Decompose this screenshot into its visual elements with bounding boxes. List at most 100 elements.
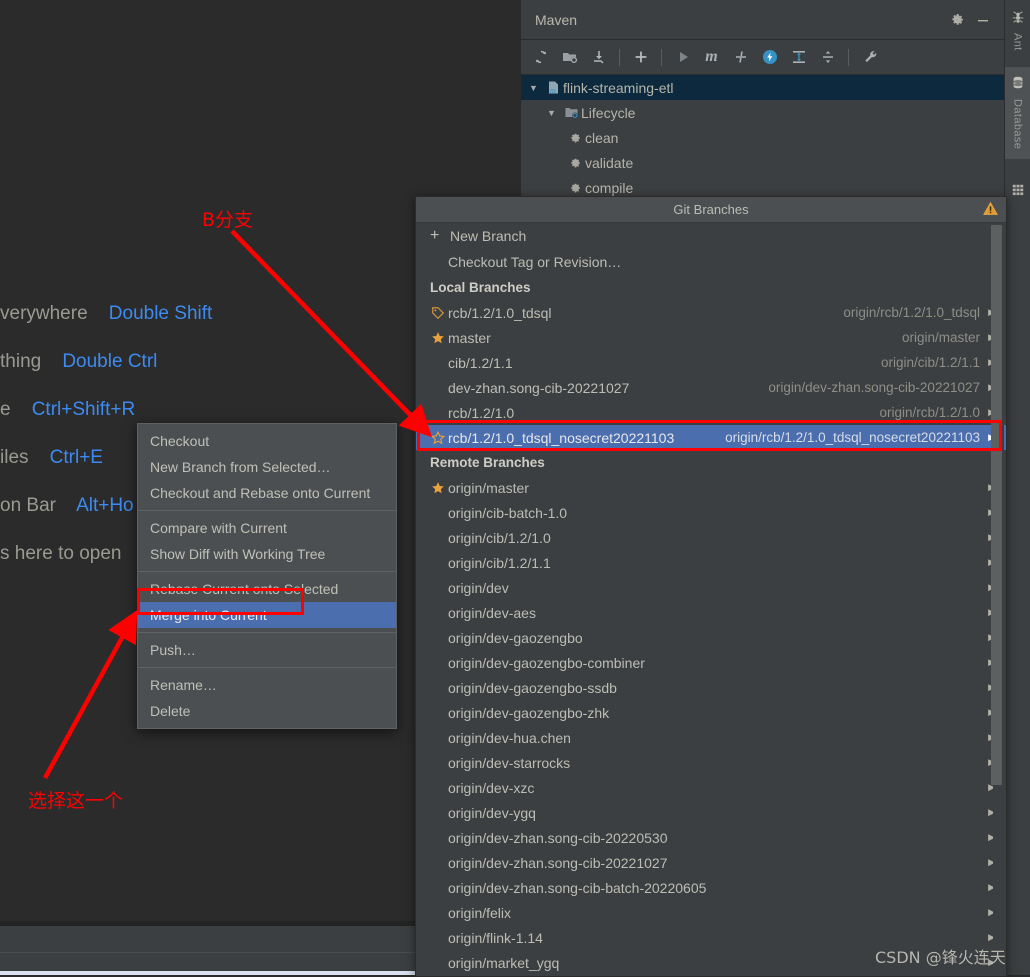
maven-tree-label: compile [585, 179, 634, 196]
remote-branch-row[interactable]: origin/dev-zhan.song-cib-20221027 ▶ [416, 850, 1006, 875]
bottom-rule [0, 971, 415, 975]
context-menu-item-compare-with-current[interactable]: Compare with Current [138, 515, 396, 541]
expand-all-icon[interactable] [785, 44, 812, 71]
branch-name: rcb/1.2/1.0 [448, 404, 515, 421]
tool-tab-grid[interactable] [1005, 175, 1030, 212]
remote-branch-row[interactable]: origin/dev-gaozengbo-ssdb▶ [416, 675, 1006, 700]
hint-key: Alt+Ho [76, 495, 134, 516]
branch-name: dev-zhan.song-cib-20221027 [448, 379, 630, 396]
context-menu-item-rename[interactable]: Rename… [138, 672, 396, 698]
maven-header: Maven [521, 0, 1006, 40]
right-tool-window-strip: Ant Database [1004, 0, 1030, 975]
remote-branch-row[interactable]: origin/dev-ygq ▶ [416, 800, 1006, 825]
branch-name: origin/cib-batch-1.0 [448, 504, 568, 521]
lifecycle-folder-icon [561, 105, 581, 120]
remote-branch-row[interactable]: origin/dev-aes▶ [416, 600, 1006, 625]
grid-icon [1011, 183, 1025, 202]
branch-name: master [448, 329, 491, 346]
execute-maven-goal-icon[interactable]: m [698, 44, 725, 71]
minimize-icon[interactable] [970, 7, 996, 33]
local-branch-row[interactable]: cib/1.2/1.1 origin/cib/1.2/1.1 ▶ [416, 350, 1006, 375]
remote-branch-row[interactable]: origin/dev-gaozengbo▶ [416, 625, 1006, 650]
branch-context-menu: Checkout New Branch from Selected… Check… [137, 423, 397, 729]
maven-tree-row[interactable]: ▼ m flink-streaming-etl [521, 75, 1006, 100]
maven-tree-label: clean [585, 129, 619, 146]
local-branch-row[interactable]: dev-zhan.song-cib-20221027 origin/dev-zh… [416, 375, 1006, 400]
branch-name: origin/dev-starrocks [448, 754, 571, 771]
context-menu-separator [138, 632, 396, 633]
new-branch-action[interactable]: + New Branch [416, 223, 1006, 249]
chevron-down-icon[interactable]: ▼ [547, 108, 561, 118]
local-branch-row[interactable]: master origin/master ▶ [416, 325, 1006, 350]
checkout-tag-or-revision-action[interactable]: Checkout Tag or Revision… [416, 249, 1006, 275]
branch-name: origin/cib/1.2/1.1 [448, 554, 551, 571]
maven-tree-row[interactable]: ▼ Lifecycle [521, 100, 1006, 125]
generate-sources-icon[interactable] [556, 44, 583, 71]
gear-icon[interactable] [944, 7, 970, 33]
star-filled-icon [430, 331, 446, 345]
csdn-watermark: CSDN @锋火连天 [875, 948, 1006, 967]
gear-icon [565, 131, 585, 145]
git-branches-list[interactable]: + New Branch Checkout Tag or Revision… L… [416, 223, 1006, 976]
add-maven-project-icon[interactable] [627, 44, 654, 71]
context-menu-item-checkout[interactable]: Checkout [138, 428, 396, 454]
chevron-down-icon[interactable]: ▼ [529, 83, 543, 93]
maven-tree-label: validate [585, 154, 634, 171]
run-icon[interactable] [669, 44, 696, 71]
context-menu-item-delete[interactable]: Delete [138, 698, 396, 724]
warning-triangle-icon[interactable] [982, 200, 999, 222]
hint-key: Ctrl+E [49, 447, 103, 468]
tool-tab-database[interactable]: Database [1005, 66, 1030, 160]
plus-icon: + [430, 227, 440, 244]
local-branch-row[interactable]: rcb/1.2/1.0_tdsql origin/rcb/1.2/1.0_tds… [416, 300, 1006, 325]
remote-branch-row[interactable]: origin/dev-gaozengbo-combiner▶ [416, 650, 1006, 675]
branch-name: origin/dev-aes [448, 604, 536, 621]
context-menu-item-push[interactable]: Push… [138, 637, 396, 663]
reload-all-maven-projects-icon[interactable] [527, 44, 554, 71]
remote-branches-section-header: Remote Branches [430, 455, 545, 470]
remote-branch-row[interactable]: origin/dev-zhan.song-cib-20220530 ▶ [416, 825, 1006, 850]
context-menu-item-checkout-and-rebase[interactable]: Checkout and Rebase onto Current [138, 480, 396, 506]
branch-tracking: origin/cib/1.2/1.1 [880, 355, 980, 370]
branch-name: origin/cib/1.2/1.0 [448, 529, 551, 546]
branch-tracking: origin/rcb/1.2/1.0_tdsql [843, 305, 980, 320]
context-menu-item-new-branch-from-selected[interactable]: New Branch from Selected… [138, 454, 396, 480]
annotation-box-merge-into-current [137, 588, 304, 615]
maven-tree-row[interactable]: clean [521, 125, 1006, 150]
annotation-label-branch: B分支 [202, 209, 254, 231]
hint-label: e [0, 399, 11, 420]
branch-name: origin/master [448, 479, 529, 496]
branch-tracking: origin/rcb/1.2/1.0 [879, 405, 980, 420]
remote-branch-row[interactable]: origin/dev-xzc ▶ [416, 775, 1006, 800]
toggle-skip-tests-icon[interactable] [727, 44, 754, 71]
remote-branch-row[interactable]: origin/dev-starrocks▶ [416, 750, 1006, 775]
download-sources-icon[interactable] [585, 44, 612, 71]
branch-name: origin/dev-gaozengbo [448, 629, 583, 646]
hint-key: Double Shift [108, 303, 213, 324]
remote-branch-row[interactable]: origin/cib/1.2/1.1▶ [416, 550, 1006, 575]
remote-branch-row[interactable]: origin/dev▶ [416, 575, 1006, 600]
maven-tool-window: Maven m ▼ m flink-streaming-etl ▼ Lifecy… [520, 0, 1006, 197]
star-filled-icon [430, 481, 446, 495]
git-list-scrollbar-track[interactable] [991, 223, 1004, 976]
toggle-offline-mode-icon[interactable] [756, 44, 783, 71]
remote-branch-row[interactable]: origin/dev-gaozengbo-zhk▶ [416, 700, 1006, 725]
remote-branch-row[interactable]: origin/cib-batch-1.0▶ [416, 500, 1006, 525]
remote-branch-row[interactable]: origin/cib/1.2/1.0▶ [416, 525, 1006, 550]
svg-text:m: m [550, 86, 556, 95]
remote-branch-row[interactable]: origin/dev-zhan.song-cib-batch-20220605 ▶ [416, 875, 1006, 900]
maven-module-icon: m [543, 80, 563, 95]
git-list-scrollbar-thumb[interactable] [991, 225, 1002, 785]
remote-branch-row[interactable]: origin/felix ▶ [416, 900, 1006, 925]
toolbar-separator [661, 48, 662, 66]
hint-label: thing [0, 351, 42, 372]
collapse-all-icon[interactable] [814, 44, 841, 71]
context-menu-item-show-diff-with-working-tree[interactable]: Show Diff with Working Tree [138, 541, 396, 567]
maven-tree-row[interactable]: validate [521, 150, 1006, 175]
gear-icon [565, 156, 585, 170]
tool-tab-ant[interactable]: Ant [1005, 2, 1030, 61]
maven-settings-wrench-icon[interactable] [856, 44, 883, 71]
branch-tracking: origin/master [901, 330, 980, 345]
remote-branch-row[interactable]: origin/master ▶ [416, 475, 1006, 500]
remote-branch-row[interactable]: origin/dev-hua.chen▶ [416, 725, 1006, 750]
